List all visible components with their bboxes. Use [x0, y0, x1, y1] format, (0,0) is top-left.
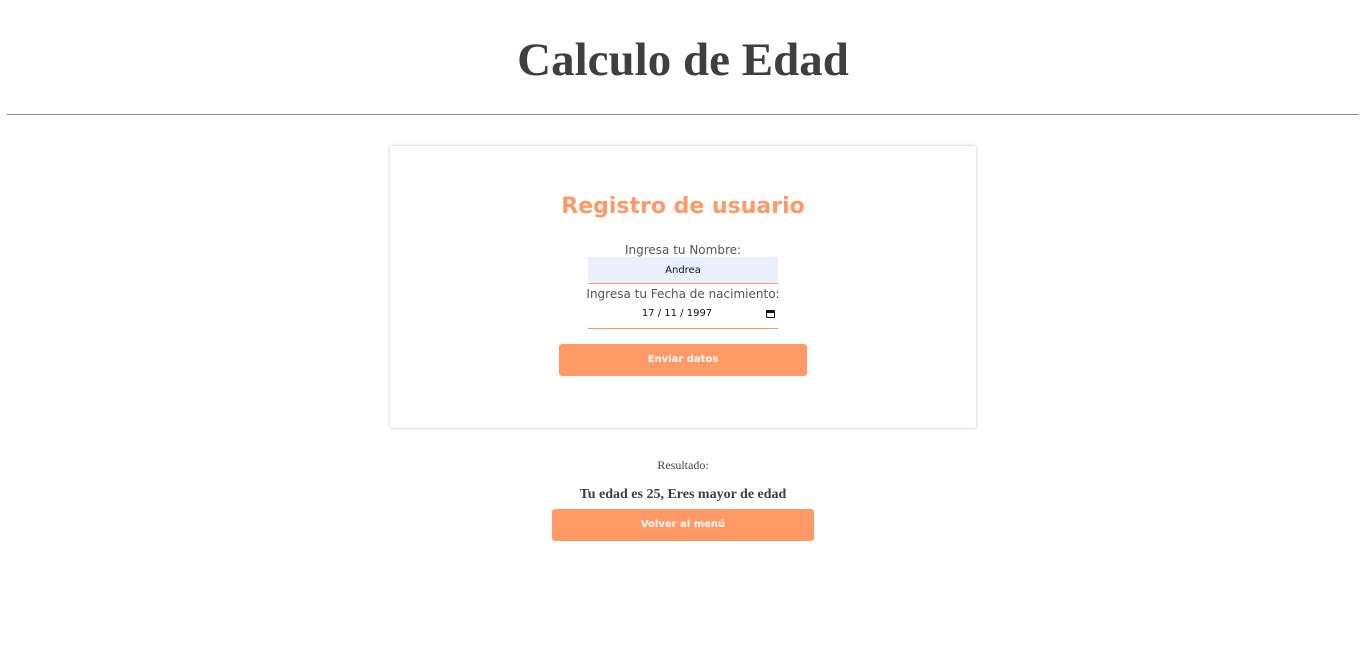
back-to-menu-button[interactable]: Volver al menú — [552, 509, 814, 541]
header-divider — [7, 114, 1359, 115]
birthdate-label: Ingresa tu Fecha de nacimiento: — [586, 287, 780, 301]
page-title: Calculo de Edad — [517, 34, 849, 86]
birthdate-value[interactable]: 17 / 11 / 1997 — [588, 308, 766, 319]
calendar-icon[interactable] — [766, 310, 775, 318]
name-label: Ingresa tu Nombre: — [624, 243, 742, 257]
name-input[interactable] — [588, 257, 778, 284]
form-title: Registro de usuario — [561, 194, 805, 219]
result-label: Resultado: — [657, 458, 709, 472]
result-text: Tu edad es 25, Eres mayor de edad — [579, 487, 787, 502]
birthdate-input[interactable]: 17 / 11 / 1997 — [588, 303, 778, 329]
submit-button[interactable]: Enviar datos — [559, 344, 807, 376]
